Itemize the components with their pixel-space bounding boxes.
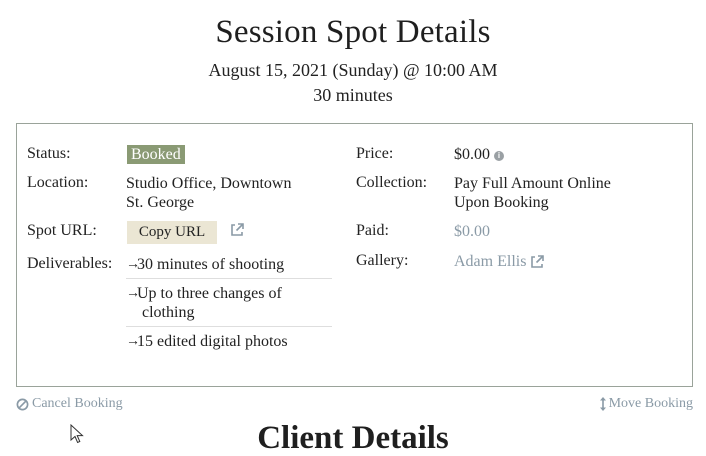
- cancel-booking-label[interactable]: Cancel Booking: [32, 396, 123, 412]
- deliverables-label: Deliverables:: [27, 255, 113, 272]
- vertical-arrows-icon: [599, 397, 606, 411]
- cancel-booking-link[interactable]: Cancel Booking: [16, 396, 123, 412]
- move-booking-label[interactable]: Move Booking: [609, 396, 693, 412]
- copy-url-button[interactable]: Copy URL: [127, 221, 217, 244]
- move-booking-link[interactable]: Move Booking: [599, 396, 693, 412]
- price-value: $0.00: [454, 146, 490, 163]
- deliverables-list: → 30 minutes of shooting → Up to three c…: [126, 253, 332, 355]
- external-link-icon[interactable]: [529, 254, 545, 270]
- location-value: Studio Office, Downtown St. George: [126, 174, 291, 212]
- session-date: August 15, 2021 (Sunday) @ 10:00 AM: [208, 60, 498, 80]
- collection-line-1: Pay Full Amount Online: [454, 175, 611, 192]
- info-icon[interactable]: i: [494, 151, 504, 161]
- deliverable-item: → 30 minutes of shooting: [126, 253, 332, 279]
- deliverable-item: → 15 edited digital photos: [126, 327, 332, 355]
- paid-label: Paid:: [356, 222, 389, 239]
- client-details-title: Client Details: [257, 420, 449, 456]
- gallery-link-text[interactable]: Adam Ellis: [454, 252, 526, 271]
- arrow-right-icon: →: [126, 257, 140, 272]
- price-value-wrap: $0.00 i: [454, 145, 504, 164]
- spot-details-panel: Status: Booked Location: Studio Office, …: [16, 123, 693, 387]
- session-duration: 30 minutes: [313, 85, 393, 105]
- arrow-right-icon: →: [126, 286, 140, 301]
- ban-icon: [16, 398, 29, 410]
- location-label: Location:: [27, 174, 89, 191]
- price-label: Price:: [356, 145, 394, 162]
- arrow-right-icon: →: [126, 334, 140, 349]
- collection-label: Collection:: [356, 174, 428, 191]
- collection-line-2: Upon Booking: [454, 194, 549, 211]
- spot-url-label: Spot URL:: [27, 222, 97, 239]
- page-title: Session Spot Details: [215, 14, 491, 50]
- collection-value: Pay Full Amount Online Upon Booking: [454, 174, 611, 212]
- paid-value: $0.00: [454, 223, 490, 240]
- gallery-label: Gallery:: [356, 252, 409, 269]
- gallery-link[interactable]: Adam Ellis: [454, 252, 545, 271]
- external-link-icon[interactable]: [229, 222, 245, 238]
- deliverable-text: Up to three changes of clothing: [137, 285, 282, 321]
- deliverable-text: 30 minutes of shooting: [137, 256, 285, 273]
- mouse-pointer-icon: [70, 424, 84, 444]
- status-badge: Booked: [127, 145, 185, 164]
- deliverable-text: 15 edited digital photos: [137, 333, 288, 350]
- deliverable-item: → Up to three changes of clothing: [126, 279, 332, 327]
- location-line-2: St. George: [126, 194, 195, 211]
- location-line-1: Studio Office, Downtown: [126, 175, 292, 192]
- status-label: Status:: [27, 145, 71, 162]
